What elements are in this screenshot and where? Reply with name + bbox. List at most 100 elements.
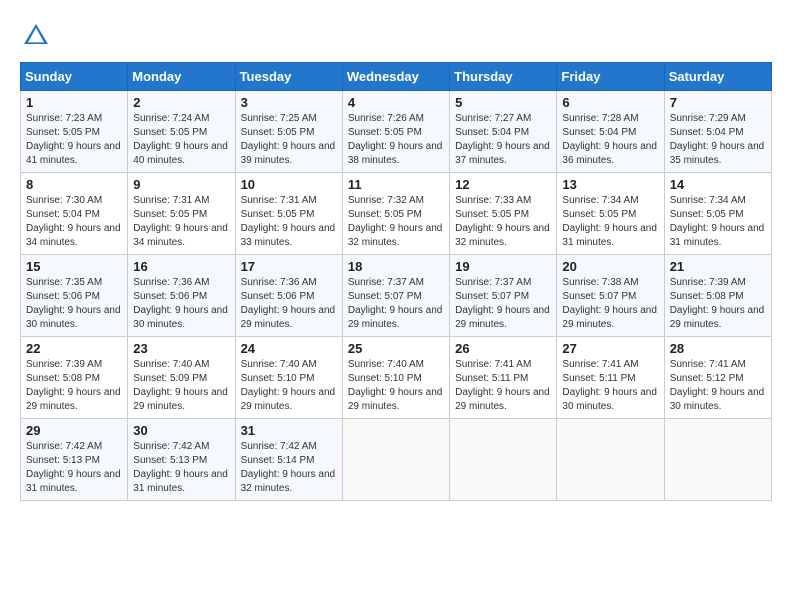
day-info: Sunrise: 7:40 AMSunset: 5:10 PMDaylight:… bbox=[241, 359, 336, 412]
day-number: 3 bbox=[241, 95, 337, 110]
calendar-day-cell bbox=[664, 419, 771, 501]
day-number: 24 bbox=[241, 341, 337, 356]
day-info: Sunrise: 7:41 AMSunset: 5:12 PMDaylight:… bbox=[670, 359, 765, 412]
day-number: 14 bbox=[670, 177, 766, 192]
day-number: 11 bbox=[348, 177, 444, 192]
day-info: Sunrise: 7:40 AMSunset: 5:09 PMDaylight:… bbox=[133, 359, 228, 412]
calendar-day-cell: 10 Sunrise: 7:31 AMSunset: 5:05 PMDaylig… bbox=[235, 173, 342, 255]
calendar-day-cell bbox=[450, 419, 557, 501]
day-info: Sunrise: 7:42 AMSunset: 5:13 PMDaylight:… bbox=[133, 441, 228, 494]
calendar-day-cell: 28 Sunrise: 7:41 AMSunset: 5:12 PMDaylig… bbox=[664, 337, 771, 419]
day-info: Sunrise: 7:35 AMSunset: 5:06 PMDaylight:… bbox=[26, 277, 121, 330]
calendar-body: 1 Sunrise: 7:23 AMSunset: 5:05 PMDayligh… bbox=[21, 91, 772, 501]
day-info: Sunrise: 7:34 AMSunset: 5:05 PMDaylight:… bbox=[562, 195, 657, 248]
calendar-day-cell: 23 Sunrise: 7:40 AMSunset: 5:09 PMDaylig… bbox=[128, 337, 235, 419]
day-info: Sunrise: 7:42 AMSunset: 5:14 PMDaylight:… bbox=[241, 441, 336, 494]
day-number: 8 bbox=[26, 177, 122, 192]
day-info: Sunrise: 7:28 AMSunset: 5:04 PMDaylight:… bbox=[562, 113, 657, 166]
logo bbox=[20, 20, 58, 52]
day-number: 22 bbox=[26, 341, 122, 356]
day-number: 13 bbox=[562, 177, 658, 192]
day-number: 16 bbox=[133, 259, 229, 274]
day-number: 12 bbox=[455, 177, 551, 192]
day-number: 29 bbox=[26, 423, 122, 438]
day-info: Sunrise: 7:36 AMSunset: 5:06 PMDaylight:… bbox=[133, 277, 228, 330]
calendar-week-row: 8 Sunrise: 7:30 AMSunset: 5:04 PMDayligh… bbox=[21, 173, 772, 255]
day-number: 23 bbox=[133, 341, 229, 356]
calendar-day-cell: 7 Sunrise: 7:29 AMSunset: 5:04 PMDayligh… bbox=[664, 91, 771, 173]
logo-icon bbox=[20, 20, 52, 52]
day-info: Sunrise: 7:34 AMSunset: 5:05 PMDaylight:… bbox=[670, 195, 765, 248]
day-info: Sunrise: 7:42 AMSunset: 5:13 PMDaylight:… bbox=[26, 441, 121, 494]
calendar-day-cell: 29 Sunrise: 7:42 AMSunset: 5:13 PMDaylig… bbox=[21, 419, 128, 501]
day-number: 10 bbox=[241, 177, 337, 192]
day-info: Sunrise: 7:37 AMSunset: 5:07 PMDaylight:… bbox=[455, 277, 550, 330]
weekday-header: Saturday bbox=[664, 63, 771, 91]
day-number: 21 bbox=[670, 259, 766, 274]
calendar-day-cell: 18 Sunrise: 7:37 AMSunset: 5:07 PMDaylig… bbox=[342, 255, 449, 337]
day-info: Sunrise: 7:25 AMSunset: 5:05 PMDaylight:… bbox=[241, 113, 336, 166]
day-number: 4 bbox=[348, 95, 444, 110]
calendar-day-cell: 19 Sunrise: 7:37 AMSunset: 5:07 PMDaylig… bbox=[450, 255, 557, 337]
day-info: Sunrise: 7:36 AMSunset: 5:06 PMDaylight:… bbox=[241, 277, 336, 330]
calendar-week-row: 22 Sunrise: 7:39 AMSunset: 5:08 PMDaylig… bbox=[21, 337, 772, 419]
calendar-day-cell: 21 Sunrise: 7:39 AMSunset: 5:08 PMDaylig… bbox=[664, 255, 771, 337]
day-number: 27 bbox=[562, 341, 658, 356]
day-number: 19 bbox=[455, 259, 551, 274]
calendar-day-cell: 5 Sunrise: 7:27 AMSunset: 5:04 PMDayligh… bbox=[450, 91, 557, 173]
day-number: 17 bbox=[241, 259, 337, 274]
weekday-header: Monday bbox=[128, 63, 235, 91]
day-number: 26 bbox=[455, 341, 551, 356]
calendar-day-cell: 9 Sunrise: 7:31 AMSunset: 5:05 PMDayligh… bbox=[128, 173, 235, 255]
day-number: 5 bbox=[455, 95, 551, 110]
day-number: 7 bbox=[670, 95, 766, 110]
day-info: Sunrise: 7:41 AMSunset: 5:11 PMDaylight:… bbox=[562, 359, 657, 412]
calendar-day-cell: 22 Sunrise: 7:39 AMSunset: 5:08 PMDaylig… bbox=[21, 337, 128, 419]
day-info: Sunrise: 7:33 AMSunset: 5:05 PMDaylight:… bbox=[455, 195, 550, 248]
day-info: Sunrise: 7:31 AMSunset: 5:05 PMDaylight:… bbox=[133, 195, 228, 248]
day-number: 9 bbox=[133, 177, 229, 192]
weekday-row: SundayMondayTuesdayWednesdayThursdayFrid… bbox=[21, 63, 772, 91]
calendar-day-cell: 3 Sunrise: 7:25 AMSunset: 5:05 PMDayligh… bbox=[235, 91, 342, 173]
day-number: 6 bbox=[562, 95, 658, 110]
weekday-header: Friday bbox=[557, 63, 664, 91]
calendar-day-cell: 17 Sunrise: 7:36 AMSunset: 5:06 PMDaylig… bbox=[235, 255, 342, 337]
day-info: Sunrise: 7:30 AMSunset: 5:04 PMDaylight:… bbox=[26, 195, 121, 248]
day-info: Sunrise: 7:40 AMSunset: 5:10 PMDaylight:… bbox=[348, 359, 443, 412]
day-info: Sunrise: 7:31 AMSunset: 5:05 PMDaylight:… bbox=[241, 195, 336, 248]
calendar-day-cell: 6 Sunrise: 7:28 AMSunset: 5:04 PMDayligh… bbox=[557, 91, 664, 173]
calendar-day-cell: 1 Sunrise: 7:23 AMSunset: 5:05 PMDayligh… bbox=[21, 91, 128, 173]
calendar-day-cell bbox=[342, 419, 449, 501]
calendar-day-cell: 25 Sunrise: 7:40 AMSunset: 5:10 PMDaylig… bbox=[342, 337, 449, 419]
calendar-week-row: 29 Sunrise: 7:42 AMSunset: 5:13 PMDaylig… bbox=[21, 419, 772, 501]
day-info: Sunrise: 7:27 AMSunset: 5:04 PMDaylight:… bbox=[455, 113, 550, 166]
day-number: 18 bbox=[348, 259, 444, 274]
day-info: Sunrise: 7:32 AMSunset: 5:05 PMDaylight:… bbox=[348, 195, 443, 248]
calendar-header: SundayMondayTuesdayWednesdayThursdayFrid… bbox=[21, 63, 772, 91]
day-info: Sunrise: 7:23 AMSunset: 5:05 PMDaylight:… bbox=[26, 113, 121, 166]
page-header bbox=[20, 20, 772, 52]
calendar-day-cell: 11 Sunrise: 7:32 AMSunset: 5:05 PMDaylig… bbox=[342, 173, 449, 255]
day-info: Sunrise: 7:39 AMSunset: 5:08 PMDaylight:… bbox=[670, 277, 765, 330]
day-info: Sunrise: 7:41 AMSunset: 5:11 PMDaylight:… bbox=[455, 359, 550, 412]
day-info: Sunrise: 7:38 AMSunset: 5:07 PMDaylight:… bbox=[562, 277, 657, 330]
calendar-day-cell: 16 Sunrise: 7:36 AMSunset: 5:06 PMDaylig… bbox=[128, 255, 235, 337]
day-info: Sunrise: 7:26 AMSunset: 5:05 PMDaylight:… bbox=[348, 113, 443, 166]
calendar-day-cell: 14 Sunrise: 7:34 AMSunset: 5:05 PMDaylig… bbox=[664, 173, 771, 255]
day-info: Sunrise: 7:37 AMSunset: 5:07 PMDaylight:… bbox=[348, 277, 443, 330]
calendar-day-cell bbox=[557, 419, 664, 501]
calendar-day-cell: 26 Sunrise: 7:41 AMSunset: 5:11 PMDaylig… bbox=[450, 337, 557, 419]
calendar-day-cell: 13 Sunrise: 7:34 AMSunset: 5:05 PMDaylig… bbox=[557, 173, 664, 255]
calendar-day-cell: 31 Sunrise: 7:42 AMSunset: 5:14 PMDaylig… bbox=[235, 419, 342, 501]
day-info: Sunrise: 7:39 AMSunset: 5:08 PMDaylight:… bbox=[26, 359, 121, 412]
calendar-week-row: 1 Sunrise: 7:23 AMSunset: 5:05 PMDayligh… bbox=[21, 91, 772, 173]
calendar-table: SundayMondayTuesdayWednesdayThursdayFrid… bbox=[20, 62, 772, 501]
calendar-day-cell: 15 Sunrise: 7:35 AMSunset: 5:06 PMDaylig… bbox=[21, 255, 128, 337]
calendar-day-cell: 12 Sunrise: 7:33 AMSunset: 5:05 PMDaylig… bbox=[450, 173, 557, 255]
weekday-header: Sunday bbox=[21, 63, 128, 91]
day-number: 31 bbox=[241, 423, 337, 438]
day-number: 30 bbox=[133, 423, 229, 438]
day-info: Sunrise: 7:29 AMSunset: 5:04 PMDaylight:… bbox=[670, 113, 765, 166]
weekday-header: Wednesday bbox=[342, 63, 449, 91]
calendar-day-cell: 8 Sunrise: 7:30 AMSunset: 5:04 PMDayligh… bbox=[21, 173, 128, 255]
